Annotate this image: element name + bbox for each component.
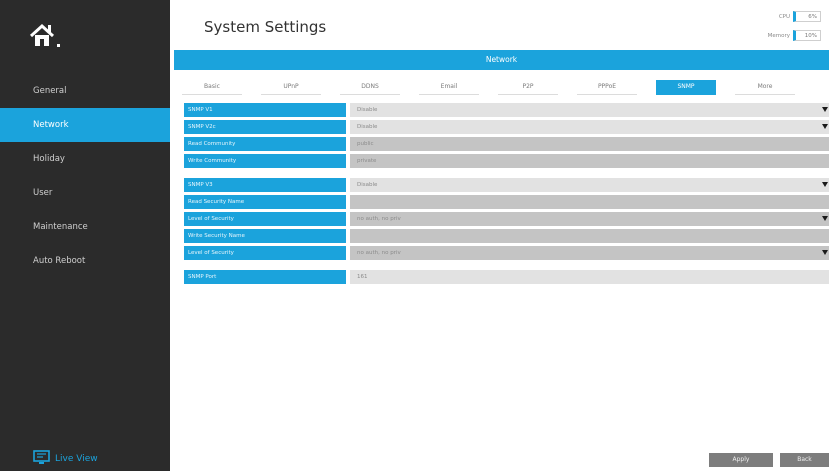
tab-p2p[interactable]: P2P [498,80,558,95]
read-community-input[interactable]: public [350,137,829,151]
sidebar-item-auto-reboot[interactable]: Auto Reboot [0,244,170,278]
read-level-of-security-value: no auth, no priv [357,216,401,222]
sidebar-nav: General Network Holiday User Maintenance… [0,74,170,278]
cpu-value: 6% [793,11,821,22]
read-level-of-security-select[interactable]: no auth, no priv [350,212,829,226]
section-banner: Network [174,50,829,70]
tab-basic[interactable]: Basic [182,80,242,95]
back-button[interactable]: Back [780,453,829,467]
sidebar-item-network[interactable]: Network [0,108,170,142]
home-icon[interactable] [28,22,64,52]
write-level-of-security-label: Level of Security [184,246,346,260]
snmp-v1-value: Disable [357,107,378,113]
monitor-icon [33,449,51,469]
snmp-port-input[interactable]: 161 [350,270,829,284]
snmp-v2c-row: SNMP V2c Disable [184,120,829,134]
write-community-input[interactable]: private [350,154,829,168]
read-level-of-security-label: Level of Security [184,212,346,226]
dropdown-arrow-icon [822,124,828,129]
dropdown-arrow-icon [822,250,828,255]
network-tabs: Basic UPnP DDNS Email P2P PPPoE SNMP Mor… [182,80,800,95]
read-security-name-row: Read Security Name [184,195,829,209]
write-level-of-security-select[interactable]: no auth, no priv [350,246,829,260]
sidebar-item-maintenance[interactable]: Maintenance [0,210,170,244]
tab-snmp[interactable]: SNMP [656,80,716,95]
sidebar-item-general[interactable]: General [0,74,170,108]
snmp-port-label: SNMP Port [184,270,346,284]
live-view-label: Live View [55,454,98,464]
snmp-v1-label: SNMP V1 [184,103,346,117]
dropdown-arrow-icon [822,107,828,112]
write-security-name-input[interactable] [350,229,829,243]
snmp-v2c-value: Disable [357,124,378,130]
write-level-of-security-value: no auth, no priv [357,250,401,256]
snmp-v3-select[interactable]: Disable [350,178,829,192]
snmp-v1-select[interactable]: Disable [350,103,829,117]
snmp-v3-value: Disable [357,182,378,188]
snmp-v2c-label: SNMP V2c [184,120,346,134]
sidebar-item-user[interactable]: User [0,176,170,210]
live-view-button[interactable]: Live View [33,449,98,469]
tab-more[interactable]: More [735,80,795,95]
write-security-name-label: Write Security Name [184,229,346,243]
read-security-name-label: Read Security Name [184,195,346,209]
memory-label: Memory [767,32,790,39]
page-title: System Settings [204,18,327,36]
snmp-v1-row: SNMP V1 Disable [184,103,829,117]
write-security-name-row: Write Security Name [184,229,829,243]
write-community-label: Write Community [184,154,346,168]
snmp-v3-row: SNMP V3 Disable [184,178,829,192]
snmp-v2c-select[interactable]: Disable [350,120,829,134]
cpu-label: CPU [778,13,790,20]
snmp-v3-label: SNMP V3 [184,178,346,192]
read-security-name-input[interactable] [350,195,829,209]
tab-email[interactable]: Email [419,80,479,95]
read-community-row: Read Community public [184,137,829,151]
memory-usage: Memory 10% [768,30,821,41]
tab-upnp[interactable]: UPnP [261,80,321,95]
resource-usage: CPU 6% Memory 10% [768,11,821,49]
read-level-of-security-row: Level of Security no auth, no priv [184,212,829,226]
dropdown-arrow-icon [822,182,828,187]
dropdown-arrow-icon [822,216,828,221]
read-community-label: Read Community [184,137,346,151]
tab-ddns[interactable]: DDNS [340,80,400,95]
sidebar: General Network Holiday User Maintenance… [0,0,170,471]
write-community-row: Write Community private [184,154,829,168]
snmp-port-row: SNMP Port 161 [184,270,829,284]
cpu-usage: CPU 6% [768,11,821,22]
sidebar-item-holiday[interactable]: Holiday [0,142,170,176]
tab-pppoe[interactable]: PPPoE [577,80,637,95]
write-level-of-security-row: Level of Security no auth, no priv [184,246,829,260]
memory-value: 10% [793,30,821,41]
apply-button[interactable]: Apply [709,453,773,467]
